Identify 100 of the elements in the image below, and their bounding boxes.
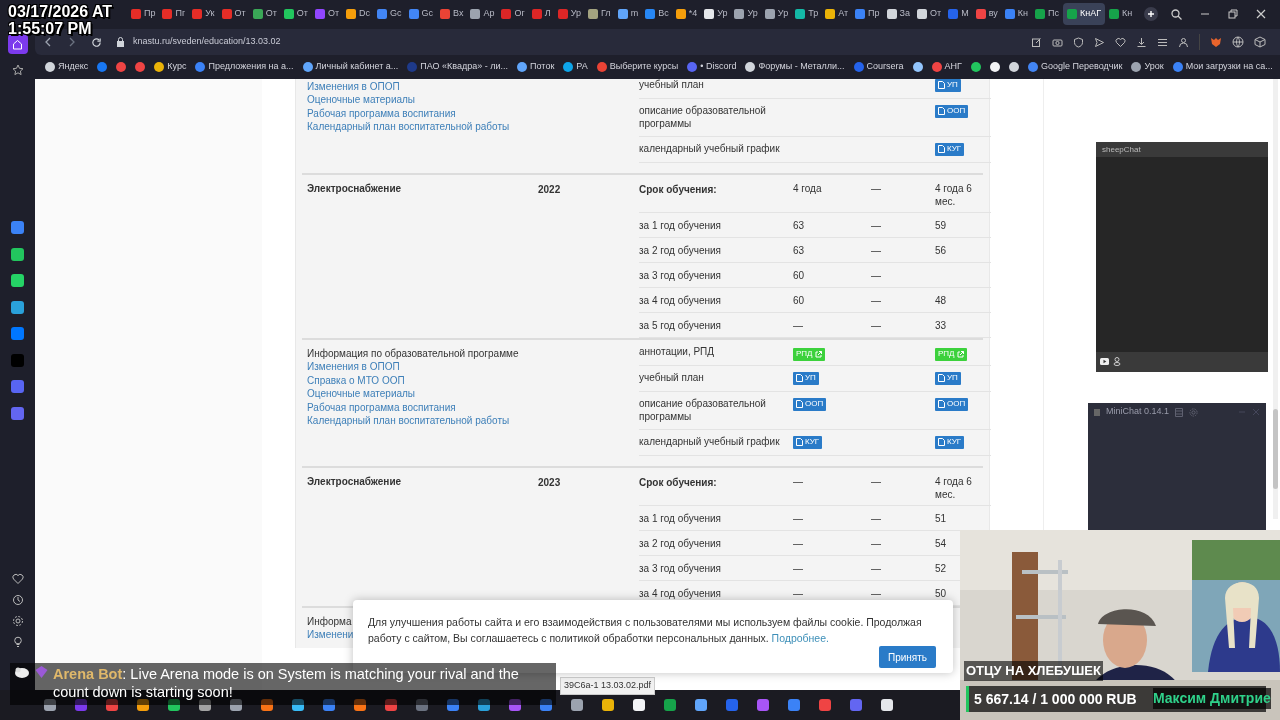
clock-icon[interactable] — [11, 594, 24, 606]
restore-icon[interactable] — [1228, 9, 1238, 19]
browser-tab[interactable]: Ур — [701, 3, 731, 25]
browser-tab[interactable]: Ур — [554, 3, 584, 25]
bookmark-icon[interactable] — [1009, 62, 1019, 72]
cube-icon[interactable] — [1254, 36, 1266, 48]
browser-tab[interactable]: m — [614, 3, 642, 25]
bookmark-link[interactable]: Курс — [154, 60, 187, 74]
settings-icon[interactable] — [11, 615, 24, 627]
menu-icon[interactable] — [1157, 36, 1168, 48]
browser-tab[interactable]: КнАГ — [1062, 3, 1105, 25]
browser-tab[interactable]: От — [218, 3, 249, 25]
globe-icon[interactable] — [1232, 36, 1244, 48]
document-button[interactable]: КУГ — [793, 435, 823, 449]
scrollbar[interactable] — [1273, 79, 1278, 519]
taskbar-icon[interactable] — [230, 699, 242, 711]
document-link[interactable]: Календарный план воспитательной работы — [307, 414, 510, 428]
bookmark-icon[interactable] — [971, 62, 981, 72]
browser-tab[interactable]: Л — [528, 3, 554, 25]
fox-icon[interactable] — [1210, 36, 1222, 48]
video-icon[interactable] — [1100, 357, 1109, 365]
taskbar-icon[interactable] — [478, 699, 490, 711]
document-link[interactable]: Изменения в ОПОП — [307, 360, 400, 374]
browser-tab[interactable]: Пр — [852, 3, 883, 25]
bookmark-link[interactable]: Личный кабинет а... — [302, 60, 399, 74]
bookmark-link[interactable]: Мои загрузки на са... — [1172, 60, 1273, 74]
camera-icon[interactable] — [1052, 36, 1063, 48]
browser-tab[interactable]: Ог — [498, 3, 528, 25]
edit-icon[interactable] — [1031, 36, 1042, 48]
more-link[interactable]: Подробнее. — [771, 632, 829, 644]
back-icon[interactable] — [43, 37, 53, 47]
bookmark-link[interactable]: РА — [563, 60, 588, 74]
heart-icon[interactable] — [11, 573, 24, 585]
document-button[interactable]: ООП — [935, 104, 969, 118]
browser-tab[interactable]: ву — [972, 3, 1001, 25]
document-link[interactable]: Оценочные материалы — [307, 387, 416, 401]
taskbar-icon[interactable] — [571, 699, 583, 711]
lightbulb-icon[interactable] — [11, 636, 24, 648]
bookmark-icon[interactable] — [990, 62, 1000, 72]
bookmark-link[interactable]: АНГ — [931, 60, 962, 74]
browser-tab[interactable]: Пс — [1031, 3, 1062, 25]
taskbar-icon[interactable] — [695, 699, 707, 711]
bookmark-link[interactable]: ПАО «Квадра» - ли... — [407, 60, 509, 74]
star-icon[interactable] — [11, 64, 24, 76]
app-icon[interactable] — [11, 406, 24, 420]
bookmark-icon[interactable] — [912, 62, 923, 72]
browser-tab[interactable]: Кн — [1106, 3, 1136, 25]
taskbar-icon[interactable] — [261, 699, 273, 711]
app-icon[interactable] — [11, 300, 24, 314]
taskbar-icon[interactable] — [44, 699, 56, 711]
document-button[interactable]: ООП — [935, 397, 969, 411]
taskbar-icon[interactable] — [881, 699, 893, 711]
browser-tab[interactable]: От — [280, 3, 311, 25]
browser-tab[interactable]: M — [945, 3, 972, 25]
document-link[interactable]: Справка о МТО ООП — [307, 373, 405, 388]
bookmark-link[interactable]: Предложения на а... — [195, 60, 294, 74]
shield-icon[interactable] — [1073, 36, 1084, 48]
document-link[interactable]: Календарный план воспитательной работы — [307, 120, 510, 134]
browser-tab[interactable]: За — [883, 3, 913, 25]
document-button[interactable]: ООП — [793, 397, 827, 411]
browser-tab[interactable]: Ар — [467, 3, 498, 25]
profile-icon[interactable] — [1178, 36, 1189, 48]
document-button[interactable]: УП — [935, 371, 961, 385]
browser-tab[interactable]: От — [914, 3, 945, 25]
send-icon[interactable] — [1094, 36, 1105, 48]
browser-tab[interactable]: От — [249, 3, 280, 25]
bookmark-link[interactable]: Урок — [1131, 60, 1164, 74]
document-link[interactable]: Рабочая программа воспитания — [307, 106, 456, 121]
browser-tab[interactable]: Ур — [761, 3, 792, 25]
forward-icon[interactable] — [67, 37, 77, 47]
browser-tab[interactable]: Пг — [159, 3, 189, 25]
browser-tab[interactable]: Dc — [343, 3, 373, 25]
reload-icon[interactable] — [91, 36, 102, 48]
taskbar-icon[interactable] — [292, 699, 304, 711]
taskbar-icon[interactable] — [633, 699, 645, 711]
browser-tab[interactable]: Gc — [405, 3, 437, 25]
accept-button[interactable]: Принять — [878, 646, 936, 668]
document-button[interactable]: КУГ — [935, 435, 965, 449]
home-button[interactable] — [7, 34, 28, 54]
home-icon[interactable] — [12, 38, 23, 50]
taskbar-icon[interactable] — [137, 699, 149, 711]
browser-tab[interactable]: Пр — [128, 3, 159, 25]
heart-icon[interactable] — [1115, 36, 1126, 48]
browser-tab[interactable]: Ат — [822, 3, 852, 25]
app-icon[interactable] — [11, 274, 24, 287]
document-link[interactable]: Рабочая программа воспитания — [307, 400, 456, 415]
document-link[interactable]: Изменения в ОПОП — [307, 80, 400, 94]
document-button[interactable]: УП — [793, 371, 819, 385]
document-button[interactable]: КУГ — [935, 142, 965, 156]
browser-tab[interactable]: Вс — [642, 3, 672, 25]
bookmark-link[interactable]: Поток — [517, 60, 555, 74]
browser-tab[interactable]: Gc — [374, 3, 405, 25]
bookmark-link[interactable]: Яндекс — [45, 60, 89, 74]
bookmark-link[interactable]: Google Переводчик — [1028, 60, 1123, 74]
browser-tab[interactable]: Тр — [792, 3, 822, 25]
download-icon[interactable] — [1136, 36, 1147, 48]
new-tab-icon[interactable] — [1144, 7, 1159, 21]
taskbar-icon[interactable] — [168, 699, 180, 711]
bookmark-link[interactable]: Coursera — [853, 60, 904, 74]
taskbar-icon[interactable] — [602, 699, 614, 711]
